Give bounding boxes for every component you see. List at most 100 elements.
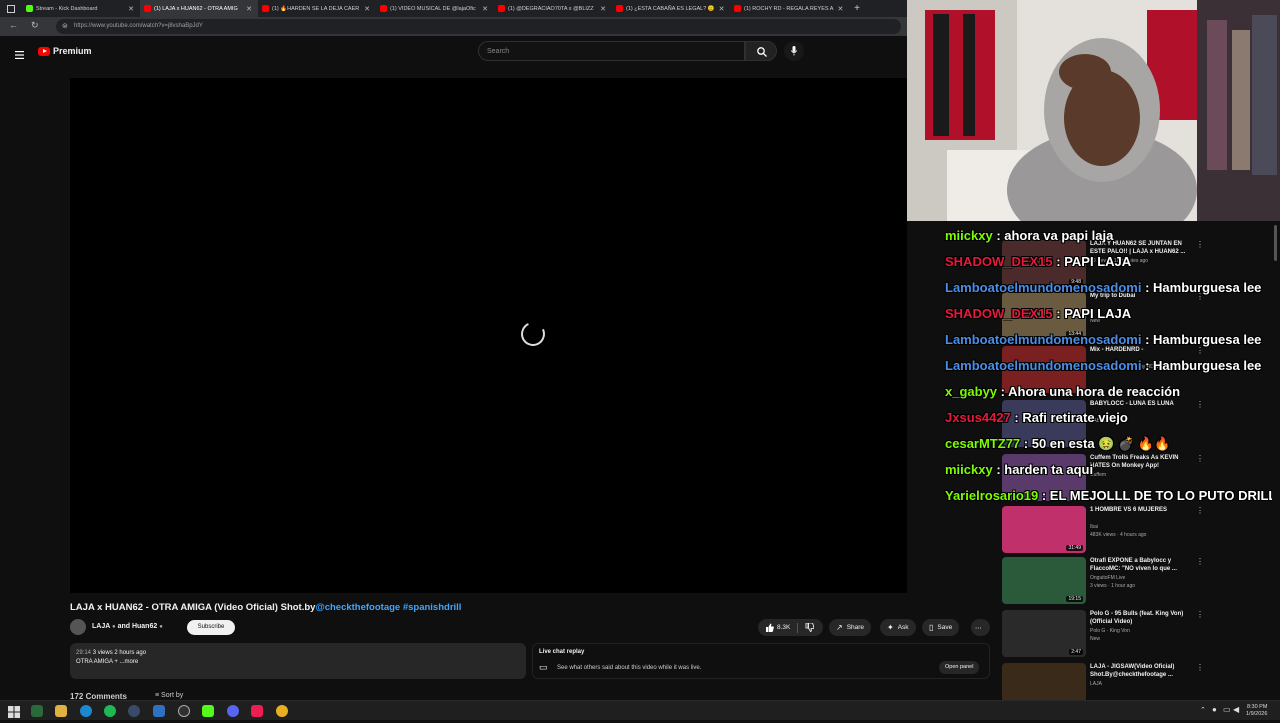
recommendation-title[interactable]: Polo G - 95 Bulls (feat. King Von) (Offi… (1090, 610, 1190, 626)
tab-kick-dashboard[interactable]: Stream - Kick Dashboard ✕ (22, 0, 140, 17)
chat-message: Yarielrosario19 : EL MEJOLLL DE TO LO PU… (945, 488, 1280, 503)
chat-username[interactable]: Lamboatoelmundomenosadomi (945, 280, 1141, 295)
video-thumbnail[interactable]: 2:47 (1002, 610, 1086, 657)
recommendation-title[interactable]: LAJA - JIGSAW(Video Oficial) Shot.By@che… (1090, 663, 1190, 679)
recommendation-title[interactable]: Mix - HARDENRD - (1090, 346, 1190, 354)
video-thumbnail[interactable]: 31:49 (1002, 506, 1086, 553)
tab-active-video[interactable]: (1) LAJA x HUAN62 - OTRA AMIG ✕ (140, 0, 258, 17)
thumbs-down-icon[interactable] (805, 623, 815, 632)
tab-degraciao[interactable]: (1) @DEGRACIAO70TA x @BLIZZ ✕ (494, 0, 612, 17)
volume-icon[interactable]: ◀ (1233, 705, 1239, 714)
close-icon[interactable]: ✕ (833, 5, 843, 13)
recommendation-item[interactable]: 2:47 Polo G - 95 Bulls (feat. King Von) (… (1002, 610, 1272, 658)
close-icon[interactable]: ✕ (715, 5, 725, 13)
recommendation-title[interactable]: 1 HOMBRE VS 6 MUJERES (1090, 506, 1190, 514)
hamburger-menu-icon[interactable] (15, 46, 24, 59)
channel-avatar[interactable] (70, 619, 86, 635)
live-chat-title: Live chat replay (539, 649, 585, 655)
youtube-icon (616, 5, 623, 12)
more-vertical-icon[interactable]: ⋮ (1196, 454, 1204, 463)
more-vertical-icon[interactable]: ⋮ (1196, 506, 1204, 515)
chat-username[interactable]: Jxsus4427 (945, 410, 1011, 425)
channel-name[interactable]: LAJA ● and Huan62 ● (92, 623, 163, 630)
more-vertical-icon[interactable]: ⋮ (1196, 663, 1204, 672)
edge-browser-icon[interactable] (80, 705, 92, 717)
discord-icon[interactable] (227, 705, 239, 717)
more-vertical-icon[interactable]: ⋮ (1196, 610, 1204, 619)
chat-text: Hamburguesa lee (1153, 332, 1262, 347)
chat-username[interactable]: Lamboatoelmundomenosadomi (945, 332, 1141, 347)
network-icon[interactable]: ▭ (1223, 705, 1231, 714)
like-button[interactable]: 8.3K (765, 623, 790, 632)
recommendation-item[interactable]: 19:15 Otrafi EXPONE a Babylocc y FlaccoMC… (1002, 557, 1272, 605)
url-field[interactable]: ⊜ https://www.youtube.com/watch?v=j8vsha… (56, 19, 901, 34)
tab-video-musical[interactable]: (1) VIDEO MUSICAL DE @lajaOfic ✕ (376, 0, 494, 17)
pen-icon[interactable] (153, 705, 165, 717)
chat-username[interactable]: SHADOW_DEX15 (945, 306, 1053, 321)
close-icon[interactable]: ✕ (478, 5, 488, 13)
video-player[interactable] (70, 78, 907, 593)
video-thumbnail[interactable]: 19:15 (1002, 557, 1086, 604)
chat-username[interactable]: miickxy (945, 228, 993, 243)
reload-icon[interactable]: ↻ (31, 20, 39, 31)
open-panel-button[interactable]: Open panel (939, 661, 980, 674)
tab-cabana[interactable]: (1) ¿ESTA CABAÑA ES LEGAL? 😐 ✕ (612, 0, 730, 17)
back-icon[interactable]: ← (9, 20, 18, 30)
chat-username[interactable]: x_gabyy (945, 384, 997, 399)
system-clock[interactable]: 8:30 PM 1/9/2026 (1246, 704, 1267, 718)
chat-username[interactable]: Lamboatoelmundomenosadomi (945, 358, 1141, 373)
description-box[interactable]: 29:14 3 views 2 hours ago OTRA AMIGA + .… (70, 643, 526, 679)
recommendation-title[interactable]: Otrafi EXPONE a Babylocc y FlaccoMC: "NO… (1090, 557, 1190, 573)
close-icon[interactable]: ✕ (242, 5, 252, 13)
more-vertical-icon[interactable]: ⋮ (1196, 240, 1204, 249)
recommendation-title[interactable]: Cuffem Trolls Freaks As KEVIN HATES On M… (1090, 454, 1190, 470)
more-vertical-icon[interactable]: ⋮ (1196, 400, 1204, 409)
chat-username[interactable]: SHADOW_DEX15 (945, 254, 1053, 269)
sort-comments-button[interactable]: ≡ Sort by (155, 692, 183, 699)
more-actions-button[interactable]: ⋯ (971, 619, 990, 636)
close-icon[interactable]: ✕ (360, 5, 370, 13)
windows-start-icon[interactable] (8, 705, 20, 718)
mic-tray-icon[interactable]: ● (1212, 705, 1217, 714)
subscribe-button[interactable]: Subscribe (187, 620, 235, 635)
save-button[interactable]: ▯ Save (922, 619, 960, 636)
recommendations-scrollbar[interactable] (1272, 221, 1280, 700)
browser-menu-icon[interactable] (0, 0, 22, 17)
tab-harden[interactable]: (1) 🔥HARDEN SE LA DEJA CAER ✕ (258, 0, 376, 17)
taskbar: ⌃ ● ▭ ◀ 8:30 PM 1/9/2026 (0, 700, 1280, 720)
chat-separator: : (992, 462, 1005, 477)
tray-chevron-icon[interactable]: ⌃ (1200, 706, 1206, 714)
tab-rochy[interactable]: (1) ROCHY RD - REGALA REYES A ✕ (730, 0, 848, 17)
more-vertical-icon[interactable]: ⋮ (1196, 346, 1204, 355)
obs-icon[interactable] (178, 705, 190, 717)
kick-app-icon[interactable] (202, 705, 214, 717)
new-tab-icon[interactable]: + (848, 3, 866, 14)
video-title-link[interactable]: @checkthefootage #spanishdrill (315, 602, 461, 613)
search-button[interactable] (745, 41, 777, 61)
share-button[interactable]: ↗ Share (829, 619, 872, 636)
terminal-icon[interactable] (31, 705, 43, 717)
youtube-logo[interactable]: Premium (38, 46, 92, 56)
recommendation-item[interactable]: 31:49 1 HOMBRE VS 6 MUJERES Ibai 483K views… (1002, 506, 1272, 554)
chat-username[interactable]: miickxy (945, 462, 993, 477)
close-icon[interactable]: ✕ (596, 5, 606, 13)
recommendation-title[interactable]: BABYLOCC - LUNA ES LUNA (1090, 400, 1190, 408)
site-info-icon[interactable]: ⊜ (62, 22, 68, 30)
chat-username[interactable]: cesarMTZ77 (945, 436, 1020, 451)
more-vertical-icon[interactable]: ⋮ (1196, 557, 1204, 566)
file-explorer-icon[interactable] (55, 705, 67, 717)
steam-icon[interactable] (128, 705, 140, 717)
verified-icon: ● (159, 624, 163, 630)
search-input[interactable]: Search (478, 41, 745, 61)
chat-message: SHADOW_DEX15 : PAPI LAJA (945, 306, 1131, 321)
tiktok-icon[interactable] (251, 705, 263, 717)
voice-search-button[interactable] (784, 41, 804, 61)
chat-separator: : (1010, 410, 1023, 425)
spotify-icon[interactable] (104, 705, 116, 717)
chat-username[interactable]: Yarielrosario19 (945, 488, 1038, 503)
ask-button[interactable]: ✦ Ask (880, 619, 916, 636)
chat-text: 50 en esta 🤢 💣 🔥🔥 (1031, 436, 1171, 451)
chat-message: x_gabyy : Ahora una hora de reacción (945, 384, 1180, 399)
chrome-icon[interactable] (276, 705, 288, 717)
close-icon[interactable]: ✕ (124, 5, 134, 13)
